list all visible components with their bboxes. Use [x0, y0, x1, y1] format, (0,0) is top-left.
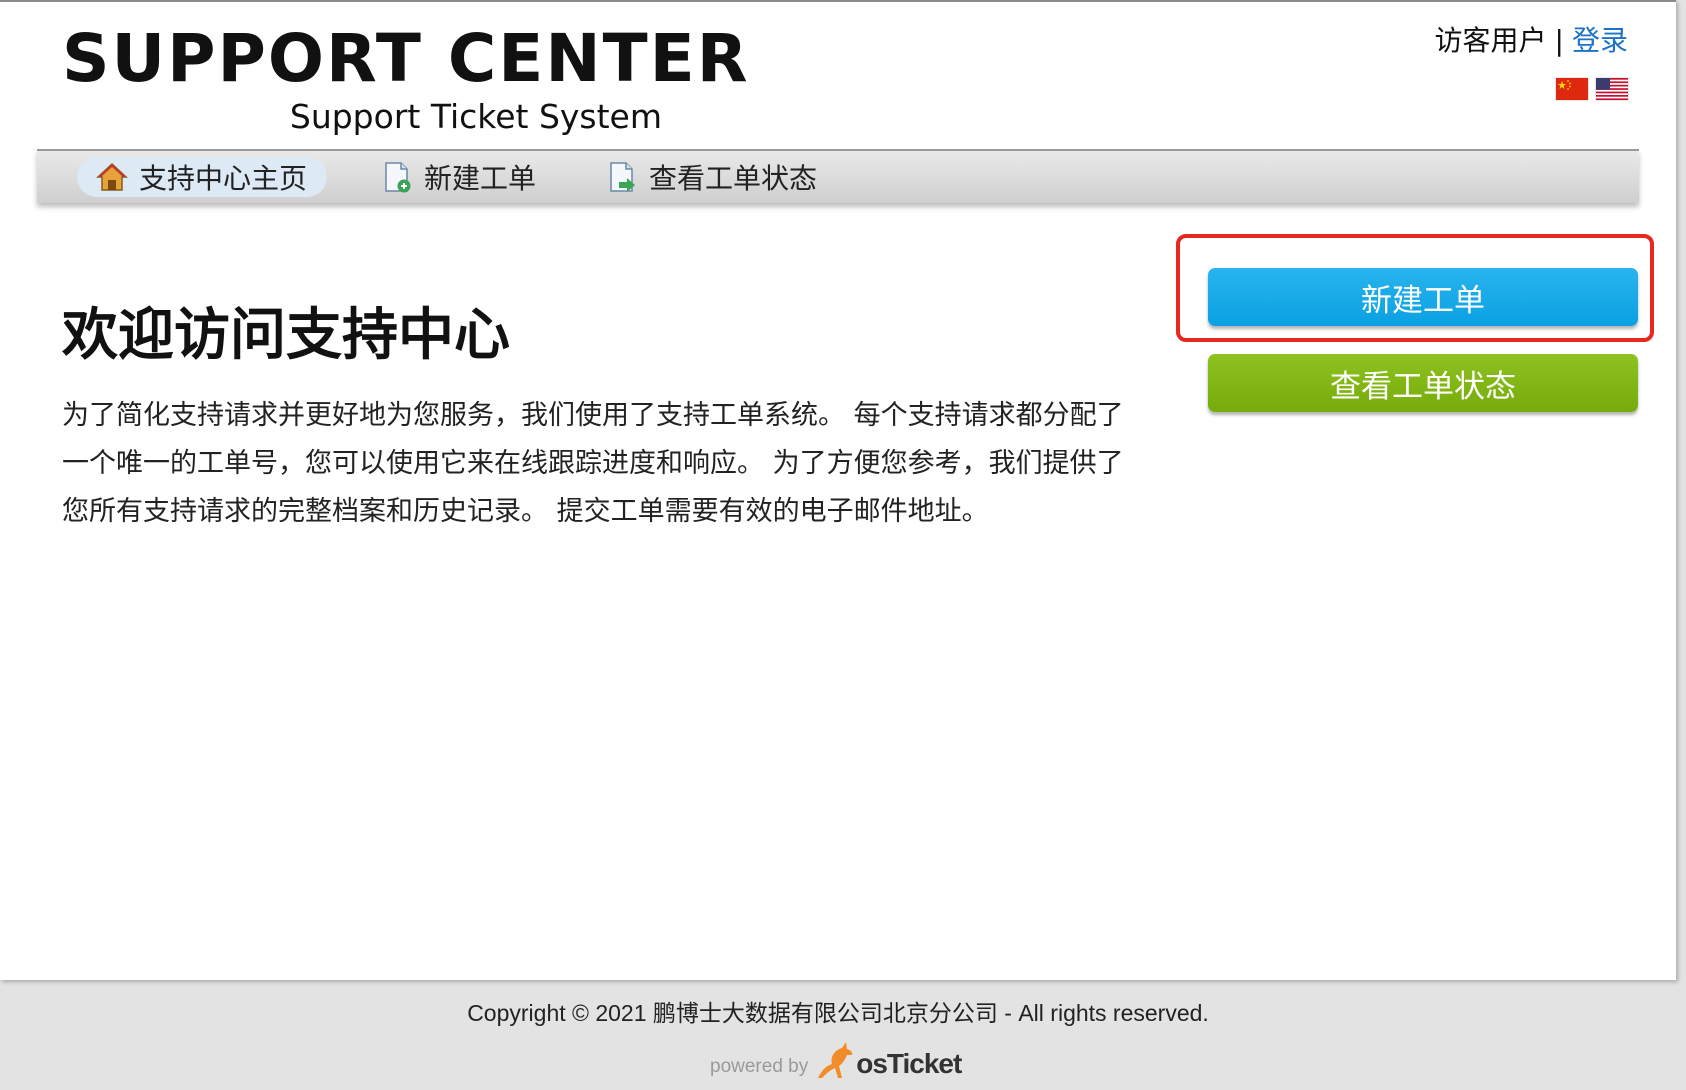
- login-link[interactable]: 登录: [1572, 24, 1628, 57]
- home-icon: [96, 162, 128, 191]
- logo-subtitle: Support Ticket System: [289, 97, 662, 136]
- nav-item-label: 查看工单状态: [649, 162, 818, 195]
- copyright-text: Copyright © 2021 鹏博士大数据有限公司北京分公司 - All r…: [467, 1000, 1209, 1026]
- nav-item-label: 新建工单: [424, 162, 537, 195]
- site-logo[interactable]: SUPPORT CENTER Support Ticket System: [62, 22, 748, 135]
- nav-item-ticket-status[interactable]: 查看工单状态: [605, 157, 817, 197]
- osticket-brand: osTicket: [856, 1048, 962, 1079]
- powered-by[interactable]: powered by osTicket: [710, 1040, 962, 1080]
- separator: |: [1554, 24, 1564, 57]
- language-selector: [1556, 78, 1628, 100]
- nav-item-home[interactable]: 支持中心主页: [77, 157, 328, 197]
- powered-by-label: powered by: [710, 1056, 809, 1077]
- page-title: 欢迎访问支持中心: [62, 303, 510, 368]
- china-flag-icon[interactable]: [1556, 78, 1588, 100]
- logo-title: SUPPORT CENTER: [62, 20, 750, 97]
- guest-user-label: 访客用户: [1434, 24, 1547, 57]
- new-ticket-icon: [385, 162, 411, 193]
- kangaroo-logo-icon: [818, 1042, 853, 1078]
- ticket-status-icon: [610, 162, 635, 192]
- user-bar: 访客用户 | 登录: [1435, 22, 1628, 60]
- us-flag-icon[interactable]: [1596, 78, 1628, 100]
- new-ticket-button[interactable]: 新建工单: [1208, 268, 1638, 326]
- check-status-button[interactable]: 查看工单状态: [1208, 354, 1638, 412]
- main-nav: 支持中心主页 新建工单 查看工单状态: [37, 149, 1639, 203]
- nav-item-new-ticket[interactable]: 新建工单: [380, 157, 536, 197]
- nav-item-label: 支持中心主页: [139, 162, 308, 195]
- welcome-text: 为了简化支持请求并更好地为您服务，我们使用了支持工单系统。 每个支持请求都分配了…: [62, 400, 1124, 527]
- page: SUPPORT CENTER Support Ticket System 访客用…: [0, 0, 1676, 980]
